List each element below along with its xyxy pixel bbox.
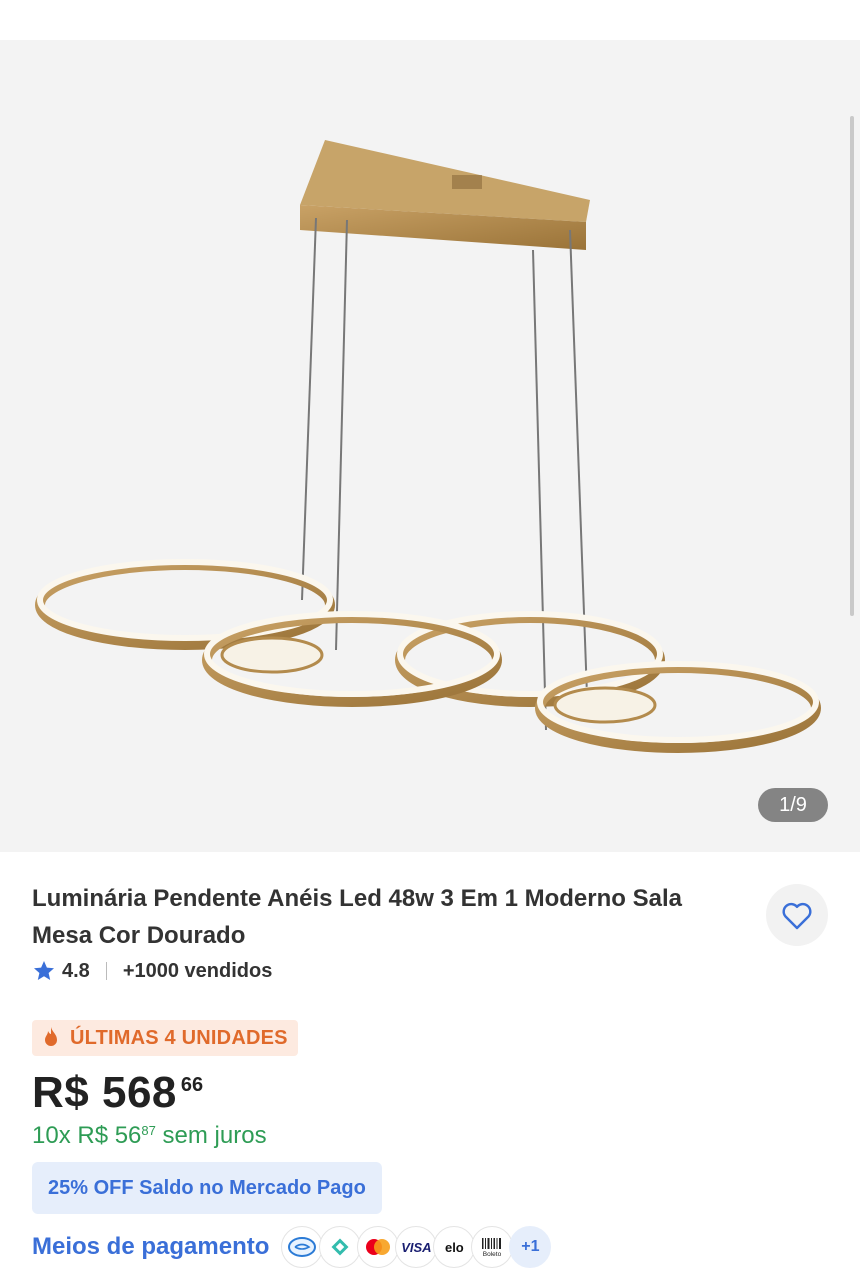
more-payment-methods[interactable]: +1 bbox=[509, 1226, 552, 1268]
star-icon bbox=[34, 961, 54, 980]
svg-text:Boleto: Boleto bbox=[483, 1251, 502, 1258]
sold-count: +1000 vendidos bbox=[122, 959, 273, 982]
divider bbox=[105, 962, 107, 980]
urgency-label: ÚLTIMAS 4 UNIDADES bbox=[70, 1026, 288, 1049]
stock-urgency-badge: ÚLTIMAS 4 UNIDADES bbox=[32, 1020, 298, 1056]
mastercard-icon bbox=[357, 1226, 400, 1268]
visa-icon: VISA bbox=[395, 1226, 438, 1268]
mercado-pago-icon bbox=[281, 1226, 324, 1268]
product-title: Luminária Pendente Anéis Led 48w 3 Em 1 … bbox=[32, 885, 682, 949]
price: R$ 568 66 bbox=[32, 1068, 203, 1118]
product-image-gallery[interactable]: 1/9 bbox=[0, 40, 860, 852]
price-main: R$ 568 bbox=[32, 1068, 177, 1117]
product-info: Luminária Pendente Anéis Led 48w 3 Em 1 … bbox=[0, 852, 860, 1280]
installments-cents: 87 bbox=[141, 1123, 156, 1138]
top-bar bbox=[0, 0, 860, 40]
rating-row[interactable]: 4.8 +1000 vendidos bbox=[32, 956, 272, 986]
payment-methods-link[interactable]: Meios de pagamento bbox=[32, 1233, 269, 1261]
rating-value: 4.8 bbox=[62, 959, 90, 982]
pix-icon bbox=[319, 1226, 362, 1268]
payment-methods[interactable]: Meios de pagamento VISA elo Boleto +1 bbox=[32, 1222, 552, 1272]
installments-suffix: sem juros bbox=[155, 1122, 267, 1149]
price-cents: 66 bbox=[180, 1074, 204, 1096]
image-counter: 1/9 bbox=[758, 788, 828, 822]
promo-badge[interactable]: 25% OFF Saldo no Mercado Pago bbox=[32, 1162, 382, 1214]
boleto-icon: Boleto bbox=[471, 1226, 514, 1268]
product-image bbox=[35, 140, 821, 753]
heart-icon bbox=[782, 902, 812, 930]
flame-icon bbox=[45, 1027, 57, 1046]
installments-prefix: 10x R$ 56 bbox=[32, 1122, 142, 1149]
scrollbar[interactable] bbox=[850, 116, 854, 616]
elo-icon: elo bbox=[433, 1226, 476, 1268]
installments: 10x R$ 56 87 sem juros bbox=[32, 1122, 267, 1150]
favorite-button[interactable] bbox=[766, 884, 828, 946]
